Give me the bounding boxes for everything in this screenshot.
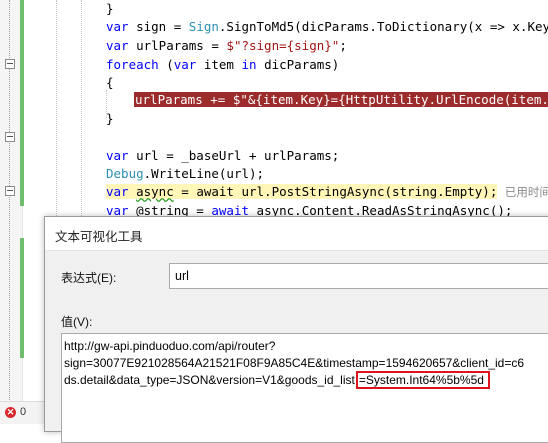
collapse-icon[interactable]: [5, 186, 15, 196]
code-line: }: [106, 1, 114, 16]
code-line: {: [106, 75, 114, 90]
value-textbox[interactable]: http://gw-api.pinduoduo.com/api/router? …: [61, 333, 548, 443]
dialog-titlebar[interactable]: 文本可视化工具: [45, 217, 548, 251]
highlight-box: =System.Int64%5b%5d: [355, 371, 490, 389]
value-line: sign=30077E921028564A21521F08F9A85C4E&ti…: [64, 356, 525, 370]
text-visualizer-dialog: 文本可视化工具 表达式(E): url 值(V): http://gw-api.…: [44, 216, 548, 443]
dialog-title: 文本可视化工具: [55, 230, 143, 244]
collapse-icon[interactable]: [5, 132, 15, 142]
collapse-icon[interactable]: [5, 59, 15, 69]
value-line: http://gw-api.pinduoduo.com/api/router?: [64, 339, 276, 353]
dialog-body: 表达式(E): url 值(V): http://gw-api.pinduodu…: [45, 251, 548, 443]
code-line: var sign = Sign.SignToMd5(dicParams.ToDi…: [106, 19, 548, 34]
change-indicator: [20, 0, 24, 206]
change-indicator: [20, 238, 24, 358]
expression-input[interactable]: url: [169, 263, 548, 289]
expression-label: 表达式(E):: [61, 271, 117, 285]
error-icon: ✕: [5, 407, 16, 418]
code-line: var url = _baseUrl + urlParams;: [106, 148, 340, 163]
value-line: ds.detail&data_type=JSON&version=V1&good…: [64, 371, 490, 389]
error-count: 0: [20, 406, 27, 418]
code-line: Debug.WriteLine(url);: [106, 166, 265, 181]
code-line: }: [106, 111, 114, 126]
indent-guide: [56, 0, 57, 230]
indent-guide: [81, 0, 82, 230]
value-label: 值(V):: [61, 315, 93, 329]
error-status[interactable]: ✕ 0: [0, 401, 44, 424]
elapsed-time-hint: 已用时间: [504, 187, 548, 199]
code-line: var urlParams = $"?sign={sign}";: [106, 38, 347, 53]
code-line: foreach (var item in dicParams): [106, 57, 340, 72]
breakpoint-line: urlParams += $"&{item.Key}={HttpUtility.…: [134, 91, 548, 109]
current-line: var async = await url.PostStringAsync(st…: [106, 183, 548, 201]
